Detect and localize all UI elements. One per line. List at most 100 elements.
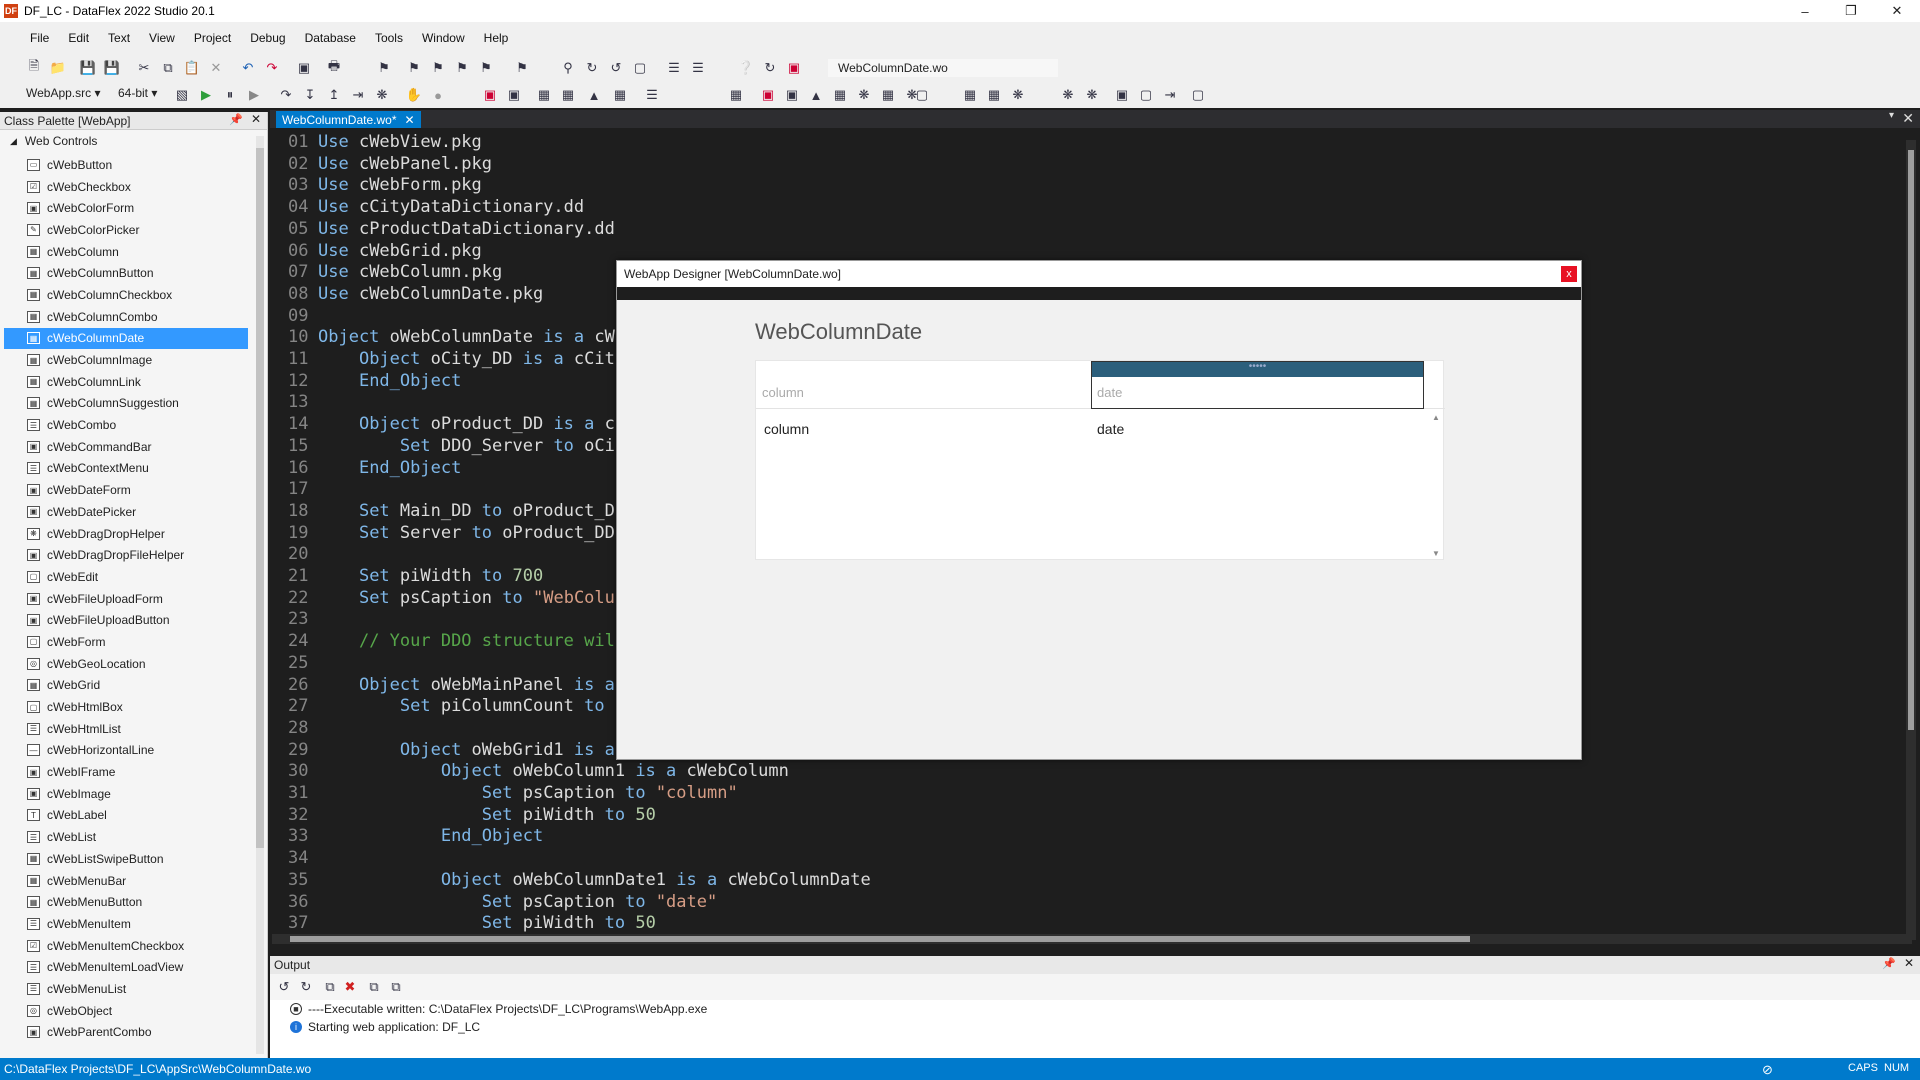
tab-list-dropdown-icon[interactable]: ▾: [1889, 110, 1894, 121]
column-drag-handle[interactable]: •••••: [1092, 362, 1423, 377]
pause-icon[interactable]: ⏸: [222, 87, 238, 103]
palette-item-cwebcolumnlink[interactable]: ▦ cWebColumnLink: [0, 371, 256, 393]
output-close-icon[interactable]: ✕: [1904, 956, 1914, 970]
grid-header-column[interactable]: column: [762, 385, 804, 400]
output-window2-icon[interactable]: ⧉: [388, 979, 404, 995]
palette-item-cwebmenubutton[interactable]: ▦ cWebMenuButton: [0, 891, 256, 913]
designer6-icon[interactable]: ❋: [856, 87, 872, 103]
bookmark-list-icon[interactable]: ⚑: [514, 60, 530, 76]
view5-icon[interactable]: ⇥: [1162, 87, 1178, 103]
palette-item-cweblabel[interactable]: TcWebLabel: [0, 805, 256, 827]
palette-item-cwebcheckbox[interactable]: ☑ cWebCheckbox: [0, 176, 256, 198]
view6-icon[interactable]: ▢: [1190, 87, 1206, 103]
collapse-triangle-icon[interactable]: ◢: [10, 136, 17, 147]
designer2-icon[interactable]: ▣: [760, 87, 776, 103]
code-line[interactable]: 28: [288, 718, 318, 740]
palette-item-cwebobject[interactable]: ◎ cWebObject: [0, 1000, 256, 1022]
code-line[interactable]: 15 Set DDO_Server to oCi: [288, 436, 615, 458]
palette-item-cwebhorizontalline[interactable]: ― cWebHorizontalLine: [0, 740, 256, 762]
palette-item-cwebhtmlbox[interactable]: ▢ cWebHtmlBox: [0, 696, 256, 718]
outdent-icon[interactable]: ☰: [690, 60, 706, 76]
palette-item-cwebfileuploadbutton[interactable]: ▣ cWebFileUploadButton: [0, 609, 256, 631]
code-line[interactable]: 06 Use cWebGrid.pkg: [288, 241, 482, 263]
palette-item-cwebfileuploadform[interactable]: ▣ cWebFileUploadForm: [0, 588, 256, 610]
replace-icon[interactable]: ▢: [632, 60, 648, 76]
palette-item-cwebcolumnbutton[interactable]: ▦ cWebColumnButton: [0, 262, 256, 284]
stop-debug-icon[interactable]: ●: [430, 87, 446, 103]
palette-item-cwebcolumncheckbox[interactable]: ▦ cWebColumnCheckbox: [0, 284, 256, 306]
layout-icon[interactable]: ▦: [536, 87, 552, 103]
code-line[interactable]: 16 End_Object: [288, 458, 461, 480]
save-icon[interactable]: 💾: [80, 60, 96, 76]
palette-item-cwebcolorform[interactable]: ▣ cWebColorForm: [0, 197, 256, 219]
view3-icon[interactable]: ▣: [1114, 87, 1130, 103]
code-line[interactable]: 31 Set psCaption to "column": [288, 783, 738, 805]
code-line[interactable]: 08 Use cWebColumnDate.pkg: [288, 284, 543, 306]
close-window-icon[interactable]: ✕: [1874, 0, 1920, 22]
designer3-icon[interactable]: ▣: [784, 87, 800, 103]
code-line[interactable]: 03 Use cWebForm.pkg: [288, 175, 482, 197]
code-line[interactable]: 34: [288, 848, 318, 870]
undo-icon[interactable]: ↶: [240, 60, 256, 76]
code-line[interactable]: 01 Use cWebView.pkg: [288, 132, 482, 154]
bookmark-icon[interactable]: ⚑: [376, 60, 392, 76]
web-grid[interactable]: column date ••••• column date ▲ ▼: [755, 360, 1445, 560]
stop-record-icon[interactable]: ▣: [786, 60, 802, 76]
code-line[interactable]: 12 End_Object: [288, 371, 461, 393]
palette-item-cwebmenubar[interactable]: ▦ cWebMenuBar: [0, 870, 256, 892]
save-all-icon[interactable]: 💾: [104, 60, 120, 76]
palette-item-cwebmenuitem[interactable]: ☰ cWebMenuItem: [0, 913, 256, 935]
code-line[interactable]: 17: [288, 479, 318, 501]
minimize-icon[interactable]: –: [1782, 0, 1828, 22]
editor-vscroll-thumb[interactable]: [1908, 150, 1914, 730]
code-line[interactable]: 24 // Your DDO structure wil: [288, 631, 615, 653]
cut-icon[interactable]: ✂: [136, 60, 152, 76]
page-setup-icon[interactable]: ▣: [296, 60, 312, 76]
code-line[interactable]: 32 Set piWidth to 50: [288, 805, 656, 827]
output-pin-icon[interactable]: 📌: [1882, 957, 1896, 970]
palette-item-cwebbutton[interactable]: ▭ cWebButton: [0, 154, 256, 176]
designer-title-bar[interactable]: WebApp Designer [WebColumnDate.wo] x: [617, 261, 1581, 287]
palette-item-cwebcontextmenu[interactable]: ☰ cWebContextMenu: [0, 458, 256, 480]
palette-item-cwebcolumn[interactable]: ▦ cWebColumn: [0, 241, 256, 263]
menu-debug[interactable]: Debug: [250, 31, 285, 45]
designer9-icon[interactable]: ▢: [914, 87, 930, 103]
palette-item-cwebcolorpicker[interactable]: ✎ cWebColorPicker: [0, 219, 256, 241]
palette-item-cwebcolumnsuggestion[interactable]: ▦ cWebColumnSuggestion: [0, 393, 256, 415]
editor-vertical-scrollbar[interactable]: [1906, 140, 1916, 940]
web-controls-group[interactable]: ◢ Web Controls: [0, 130, 267, 152]
palette-item-cwebmenuitemcheckbox[interactable]: ☑ cWebMenuItemCheckbox: [0, 935, 256, 957]
code-line[interactable]: 14 Object oProduct_DD is a c: [288, 414, 615, 436]
open-folder-icon[interactable]: 📁: [50, 60, 66, 76]
palette-item-cwebform[interactable]: ▢ cWebForm: [0, 631, 256, 653]
output-line[interactable]: ■ ----Executable written: C:\DataFlex Pr…: [270, 1000, 1920, 1018]
menu-view[interactable]: View: [149, 31, 175, 45]
menu-text[interactable]: Text: [108, 31, 130, 45]
menu-help[interactable]: Help: [484, 31, 509, 45]
run-icon[interactable]: ▶: [198, 87, 214, 103]
paste-icon[interactable]: 📋: [184, 60, 200, 76]
palette-item-cwebdatepicker[interactable]: ▣ cWebDatePicker: [0, 501, 256, 523]
close-tab-icon[interactable]: ✕: [405, 113, 415, 127]
palette-item-cwebdragdropfilehelper[interactable]: ▣ cWebDragDropFileHelper: [0, 544, 256, 566]
compile-icon[interactable]: ▧: [174, 87, 190, 103]
table-icon[interactable]: ▦: [612, 87, 628, 103]
close-panel-icon[interactable]: ✕: [251, 112, 261, 126]
step-over-icon[interactable]: ↷: [278, 87, 294, 103]
palette-scroll-thumb[interactable]: [256, 148, 264, 848]
step-out-icon[interactable]: ↥: [326, 87, 342, 103]
menu-project[interactable]: Project: [194, 31, 231, 45]
refresh-icon[interactable]: ↻: [762, 60, 778, 76]
bookmark-next2-icon[interactable]: ⚑: [454, 60, 470, 76]
run-to-cursor-icon[interactable]: ⇥: [350, 87, 366, 103]
help-icon[interactable]: ❔: [738, 60, 754, 76]
palette-item-cweblist[interactable]: ☰ cWebList: [0, 826, 256, 848]
code-line[interactable]: 30 Object oWebColumn1 is a cWebColumn: [288, 761, 789, 783]
code-line[interactable]: 02 Use cWebPanel.pkg: [288, 154, 492, 176]
search-icon[interactable]: ⚲: [560, 60, 576, 76]
shape-icon[interactable]: ▲: [586, 87, 602, 103]
copy-icon[interactable]: ⧉: [160, 60, 176, 76]
view2-icon[interactable]: ❋: [1084, 87, 1100, 103]
output-copy-icon[interactable]: ⧉: [322, 979, 338, 995]
palette-item-cwebdragdrophelper[interactable]: ❋ cWebDragDropHelper: [0, 523, 256, 545]
